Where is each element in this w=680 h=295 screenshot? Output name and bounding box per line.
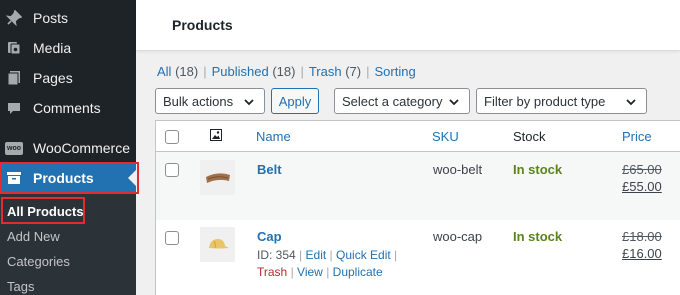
quick-edit-link[interactable]: Quick Edit	[336, 248, 391, 262]
woo-icon: woo	[5, 139, 23, 157]
menu-label: Comments	[33, 100, 101, 116]
table-row: Cap ID: 354 | Edit | Quick Edit | Trash …	[156, 220, 680, 295]
bulk-actions-select[interactable]: Bulk actions	[155, 88, 265, 114]
count-all: (18)	[175, 64, 199, 79]
menu-item-comments[interactable]: Comments	[0, 93, 136, 123]
row-actions-line2: Trash | View | Duplicate	[257, 265, 383, 279]
sale-price: £16.00	[622, 246, 662, 261]
row-checkbox[interactable]	[165, 231, 179, 245]
product-type-value: Filter by product type	[484, 93, 606, 109]
product-thumbnail-belt[interactable]	[200, 160, 235, 195]
product-sku: woo-cap	[433, 229, 483, 244]
product-name-link[interactable]: Cap	[257, 229, 282, 244]
regular-price: £65.00	[622, 162, 662, 177]
menu-label: Media	[33, 40, 72, 56]
status-filters: All (18) | Published (18) | Trash (7) | Sortin…	[157, 64, 416, 79]
highlight-all-products	[1, 197, 85, 224]
product-thumbnail-cap[interactable]	[200, 227, 235, 262]
filter-trash[interactable]: Trash	[309, 64, 342, 79]
page-header: Products	[136, 0, 680, 50]
pin-icon	[5, 9, 23, 27]
menu-label: Posts	[33, 10, 69, 26]
edit-link[interactable]: Edit	[306, 248, 327, 262]
separator: |	[300, 64, 304, 79]
apply-button[interactable]: Apply	[271, 88, 319, 114]
media-icon	[5, 39, 23, 57]
chevron-down-icon	[449, 99, 459, 106]
separator: |	[326, 265, 330, 279]
submenu-categories[interactable]: Categories	[7, 254, 70, 269]
menu-label: WooCommerce	[33, 140, 130, 156]
menu-item-pages[interactable]: Pages	[0, 63, 136, 93]
filter-all[interactable]: All	[157, 64, 171, 79]
view-link[interactable]: View	[297, 265, 323, 279]
column-sku[interactable]: SKU	[432, 129, 459, 144]
column-name[interactable]: Name	[256, 129, 291, 144]
stock-status: In stock	[513, 229, 563, 244]
menu-item-media[interactable]: Media	[0, 33, 136, 63]
trash-link[interactable]: Trash	[257, 265, 287, 279]
admin-sidebar: Posts Media Pages Comments woo WooCommer…	[0, 0, 139, 295]
comment-icon	[5, 99, 23, 117]
product-id: ID: 354	[257, 248, 296, 262]
pages-icon	[5, 69, 23, 87]
category-select[interactable]: Select a category	[334, 88, 470, 114]
separator: |	[329, 248, 333, 262]
category-value: Select a category	[342, 93, 443, 109]
separator: |	[299, 248, 303, 262]
menu-item-posts[interactable]: Posts	[0, 3, 136, 33]
bulk-actions-value: Bulk actions	[163, 93, 234, 109]
chevron-down-icon	[244, 99, 254, 106]
page-title: Products	[172, 17, 233, 33]
menu-label: Pages	[33, 70, 73, 86]
submenu-add-new[interactable]: Add New	[7, 229, 60, 244]
column-price[interactable]: Price	[622, 129, 652, 144]
regular-price: £18.00	[622, 229, 662, 244]
duplicate-link[interactable]: Duplicate	[333, 265, 383, 279]
separator: |	[203, 64, 207, 79]
product-name-link[interactable]: Belt	[257, 162, 282, 177]
chevron-down-icon	[626, 99, 636, 106]
column-stock: Stock	[513, 129, 546, 144]
product-sku: woo-belt	[433, 162, 483, 177]
product-type-select[interactable]: Filter by product type	[476, 88, 647, 114]
count-trash: (7)	[345, 64, 362, 79]
row-actions-line1: ID: 354 | Edit | Quick Edit |	[257, 248, 397, 262]
separator: |	[394, 248, 398, 262]
count-published: (18)	[272, 64, 296, 79]
select-all-checkbox[interactable]	[165, 130, 179, 144]
table-header: Name SKU Stock Price	[156, 121, 680, 152]
highlight-products	[0, 162, 139, 194]
row-checkbox[interactable]	[165, 163, 179, 177]
submenu-tags[interactable]: Tags	[7, 279, 34, 294]
separator: |	[290, 265, 294, 279]
products-table: Name SKU Stock Price Belt woo-belt In st…	[155, 120, 680, 295]
separator: |	[366, 64, 370, 79]
table-row: Belt woo-belt In stock £65.00 £55.00	[156, 152, 680, 220]
filter-sorting[interactable]: Sorting	[375, 64, 416, 79]
filter-published[interactable]: Published	[212, 64, 269, 79]
sale-price: £55.00	[622, 179, 662, 194]
menu-item-woocommerce[interactable]: woo WooCommerce	[0, 133, 136, 163]
stock-status: In stock	[513, 162, 563, 177]
image-icon	[210, 129, 222, 144]
